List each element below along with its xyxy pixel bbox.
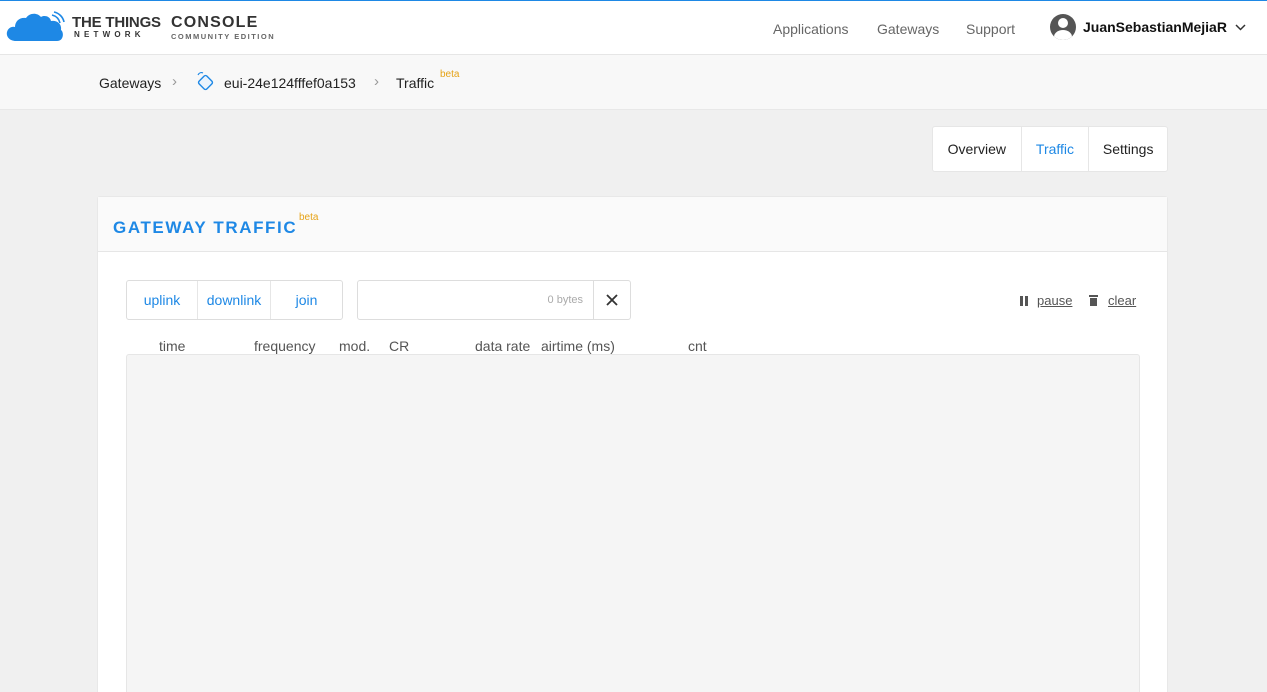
column-header-data-rate: data rate [475,338,531,354]
breadcrumb-gateways[interactable]: Gateways [99,75,161,91]
column-header-frequency: frequency [254,338,316,354]
nav-applications[interactable]: Applications [773,21,849,37]
payload-filter [357,280,631,320]
breadcrumb-separator-icon: › [172,73,177,90]
console-edition: COMMUNITY EDITION [171,32,276,41]
gateway-tag-icon [197,72,214,91]
breadcrumb: Gateways › eui-24e124fffef0a153 › Traffi… [0,55,1267,110]
user-menu[interactable]: JuanSebastianMejiaR [1050,14,1246,40]
beta-badge: beta [299,212,319,223]
username: JuanSebastianMejiaR [1083,19,1227,35]
tab-overview[interactable]: Overview [933,127,1022,171]
tab-settings[interactable]: Settings [1089,127,1167,171]
trash-icon [1089,295,1098,306]
tab-traffic[interactable]: Traffic [1022,127,1090,171]
column-header-time: time [159,338,186,354]
brand-network: NETWORK [74,30,145,39]
filter-join-button[interactable]: join [271,281,342,319]
console-label: CONSOLE [171,14,259,31]
card-title: GATEWAY TRAFFIC [113,218,298,237]
column-header-cr: CR [389,338,410,354]
user-avatar-icon [1050,14,1076,40]
filter-uplink-button[interactable]: uplink [127,281,198,319]
pause-label: pause [1037,293,1073,308]
breadcrumb-gateway-id[interactable]: eui-24e124fffef0a153 [224,75,356,91]
clear-label: clear [1108,293,1137,308]
payload-filter-input[interactable] [358,281,593,319]
clear-button[interactable]: clear [1089,293,1136,308]
nav-gateways[interactable]: Gateways [877,21,939,37]
console-title: CONSOLE COMMUNITY EDITION [171,15,275,41]
pause-button[interactable]: pause [1020,293,1072,308]
top-navbar: THE THINGS NETWORK CONSOLE COMMUNITY EDI… [0,0,1267,55]
brand-name: THE THINGS [72,14,161,31]
column-header-cnt: cnt [688,338,707,354]
cloud-logo-icon [6,11,65,41]
gateway-traffic-card: GATEWAY TRAFFIC beta uplink downlink joi… [97,196,1168,692]
column-header-modulation: mod. [339,338,371,354]
filter-downlink-button[interactable]: downlink [198,281,271,319]
beta-badge: beta [440,69,460,80]
traffic-type-filter: uplink downlink join [126,280,343,320]
column-header-airtime: airtime (ms) [541,338,615,354]
nav-support[interactable]: Support [966,21,1015,37]
breadcrumb-traffic: Traffic [396,75,435,91]
card-header: GATEWAY TRAFFIC beta [98,197,1167,252]
gateway-tabs: Overview Traffic Settings [932,126,1168,172]
traffic-list[interactable] [126,354,1140,692]
chevron-down-icon [1235,23,1246,31]
close-icon[interactable] [593,281,630,319]
ttn-logo[interactable]: THE THINGS NETWORK [6,11,161,43]
close-icon [606,294,618,306]
pause-icon [1020,295,1028,306]
breadcrumb-separator-icon: › [374,73,379,90]
